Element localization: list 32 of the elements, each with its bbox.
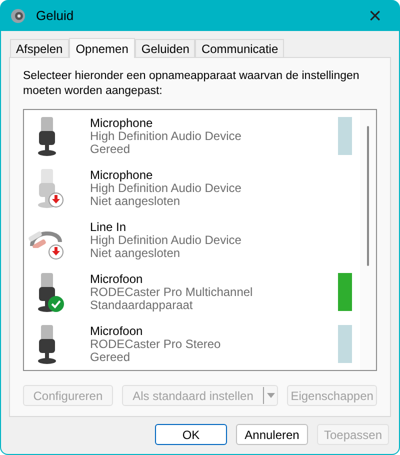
dialog-button[interactable]: Annuleren [236,424,308,445]
tab[interactable]: Communicatie [195,39,284,57]
device-name: Microfoon [90,324,144,338]
device-status: Standaardapparaat [90,298,194,312]
close-button[interactable]: × [360,2,390,28]
speaker-icon [10,8,26,24]
caret-icon [266,393,275,398]
device-status: Niet aangesloten [90,246,182,260]
device-row[interactable]: Line In High Definition Audio Device Niet aangesloten [24,214,360,266]
device-status: Niet aangesloten [90,194,182,208]
tab[interactable]: Afspelen [10,39,69,57]
device-row[interactable]: Microfoon RODECaster Pro Multichannel Standaardapparaat [24,266,360,318]
device-description: RODECaster Pro Stereo [90,338,222,350]
scrollbar[interactable] [360,110,376,370]
dialog-button[interactable]: OK [155,424,227,445]
device-description: High Definition Audio Device [90,234,242,246]
window-title: Geluid [36,6,74,25]
device-row[interactable]: Microfoon RODECaster Pro Stereo Gereed [24,318,360,370]
device-row[interactable]: Microphone High Definition Audio Device Niet aangesloten [24,162,360,214]
device-name: Line In [90,220,128,234]
tab[interactable]: Geluiden [135,39,196,57]
device-description: High Definition Audio Device [90,182,242,194]
device-status: Gereed [90,142,132,156]
instruction-text: Selecteer hieronder een opnameapparaat waarvan de instellingen moeten worden aangepast: [23,69,360,99]
device-name: Microphone [90,168,154,182]
device-row[interactable]: Microphone High Definition Audio Device Gereed [24,110,360,162]
device-description: High Definition Audio Device [90,130,242,142]
device-description: RODECaster Pro Multichannel [90,286,254,298]
device-name: Microfoon [90,272,144,286]
tab[interactable]: Opnemen [68,38,136,58]
device-name: Microphone [90,116,154,130]
device-status: Gereed [90,350,132,364]
